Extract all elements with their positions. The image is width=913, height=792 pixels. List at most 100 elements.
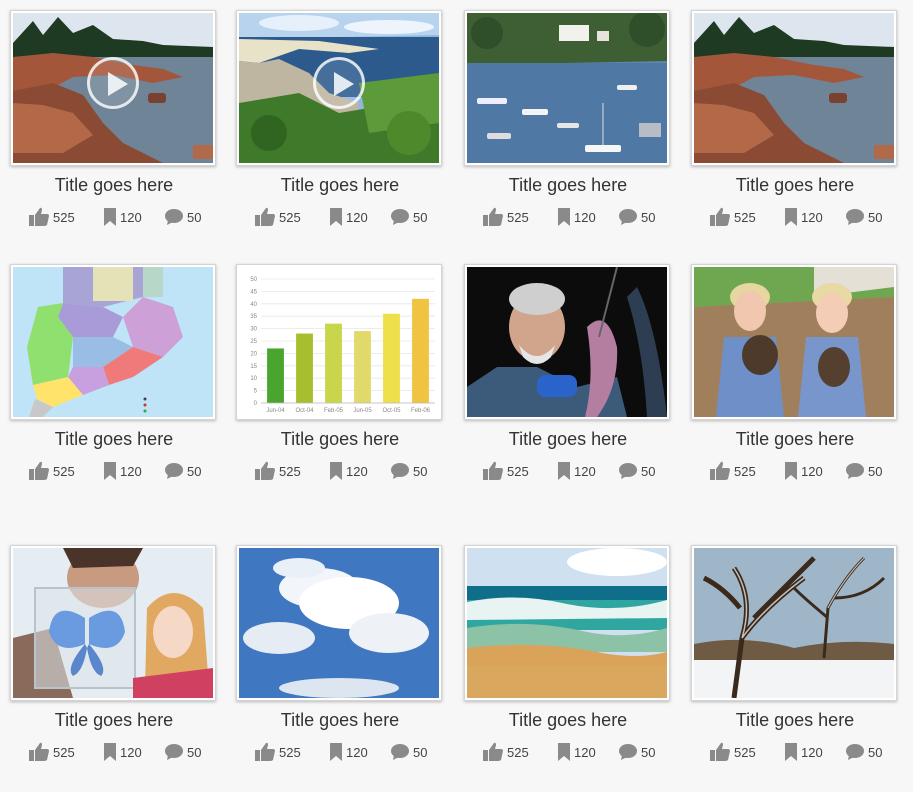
girls-with-pots-thumbnail[interactable] (691, 264, 897, 420)
beach-shore-video-thumbnail[interactable] (236, 10, 442, 166)
comment-stat[interactable]: 50 (618, 742, 655, 762)
thumbs-up-icon[interactable] (709, 461, 731, 481)
bookmark-stat[interactable]: 120 (557, 461, 596, 481)
thumbs-up-icon[interactable] (709, 207, 731, 227)
card-title[interactable]: Title goes here (10, 429, 218, 450)
card-title[interactable]: Title goes here (10, 175, 218, 196)
comment-icon[interactable] (845, 743, 865, 761)
comment-icon[interactable] (618, 743, 638, 761)
bookmark-icon[interactable] (784, 461, 798, 481)
card-title[interactable]: Title goes here (464, 710, 672, 731)
card-title[interactable]: Title goes here (236, 710, 444, 731)
thumbs-up-icon[interactable] (254, 461, 276, 481)
likes-count: 525 (507, 463, 529, 479)
bookmark-stat[interactable]: 120 (329, 207, 368, 227)
like-stat[interactable]: 525 (254, 742, 301, 762)
comment-icon[interactable] (390, 743, 410, 761)
thumbs-up-icon[interactable] (482, 207, 504, 227)
thumbs-up-icon[interactable] (254, 207, 276, 227)
butterfly-box-thumbnail[interactable] (10, 545, 216, 701)
like-stat[interactable]: 525 (709, 207, 756, 227)
play-icon[interactable] (313, 57, 365, 109)
harbor-boats-thumbnail[interactable] (464, 10, 670, 166)
rocky-coast-video-thumbnail[interactable] (10, 10, 216, 166)
blue-sky-clouds-thumbnail[interactable] (236, 545, 442, 701)
like-stat[interactable]: 525 (482, 461, 529, 481)
thumbs-up-icon[interactable] (482, 461, 504, 481)
card-title[interactable]: Title goes here (464, 429, 672, 450)
comment-icon[interactable] (845, 462, 865, 480)
bookmark-icon[interactable] (329, 742, 343, 762)
like-stat[interactable]: 525 (28, 461, 75, 481)
card-title[interactable]: Title goes here (464, 175, 672, 196)
comment-icon[interactable] (390, 462, 410, 480)
card-title[interactable]: Title goes here (691, 175, 899, 196)
bookmark-icon[interactable] (557, 461, 571, 481)
comment-icon[interactable] (164, 462, 184, 480)
bookmark-icon[interactable] (784, 742, 798, 762)
bookmark-stat[interactable]: 120 (103, 207, 142, 227)
bookmark-icon[interactable] (557, 207, 571, 227)
bookmark-stat[interactable]: 120 (557, 742, 596, 762)
bar-chart-thumbnail[interactable]: 0 5 10 15 20 25 30 35 40 45 50 Jun-04 Oct-04 Feb-05 Ju… (236, 264, 442, 420)
rocky-coast-thumbnail[interactable] (691, 10, 897, 166)
bookmark-icon[interactable] (103, 207, 117, 227)
bookmark-stat[interactable]: 120 (329, 742, 368, 762)
ocean-waves-beach-thumbnail[interactable] (464, 545, 670, 701)
comment-icon[interactable] (390, 208, 410, 226)
card-title[interactable]: Title goes here (236, 175, 444, 196)
thumbs-up-icon[interactable] (28, 461, 50, 481)
card-title[interactable]: Title goes here (10, 710, 218, 731)
bookmark-stat[interactable]: 120 (784, 461, 823, 481)
comment-stat[interactable]: 50 (845, 461, 882, 481)
card-title[interactable]: Title goes here (691, 429, 899, 450)
comment-stat[interactable]: 50 (164, 742, 201, 762)
comment-stat[interactable]: 50 (845, 742, 882, 762)
thumbs-up-icon[interactable] (254, 742, 276, 762)
like-stat[interactable]: 525 (482, 742, 529, 762)
comment-stat[interactable]: 50 (845, 207, 882, 227)
card-title[interactable]: Title goes here (691, 710, 899, 731)
maine-district-map-thumbnail[interactable] (10, 264, 216, 420)
like-stat[interactable]: 525 (254, 207, 301, 227)
man-with-squid-thumbnail[interactable] (464, 264, 670, 420)
play-icon[interactable] (87, 57, 139, 109)
thumbs-up-icon[interactable] (28, 742, 50, 762)
comment-stat[interactable]: 50 (618, 461, 655, 481)
comment-stat[interactable]: 50 (390, 207, 427, 227)
thumbs-up-icon[interactable] (28, 207, 50, 227)
bookmark-stat[interactable]: 120 (784, 742, 823, 762)
bookmark-icon[interactable] (557, 742, 571, 762)
comment-icon[interactable] (845, 208, 865, 226)
bookmark-stat[interactable]: 120 (557, 207, 596, 227)
bookmark-icon[interactable] (329, 461, 343, 481)
comment-icon[interactable] (164, 208, 184, 226)
bookmark-icon[interactable] (784, 207, 798, 227)
bookmark-stat[interactable]: 120 (103, 461, 142, 481)
bookmark-stat[interactable]: 120 (784, 207, 823, 227)
bookmark-icon[interactable] (329, 207, 343, 227)
comment-stat[interactable]: 50 (164, 461, 201, 481)
comment-icon[interactable] (618, 208, 638, 226)
like-stat[interactable]: 525 (254, 461, 301, 481)
comment-icon[interactable] (618, 462, 638, 480)
thumbs-up-icon[interactable] (709, 742, 731, 762)
snowy-trees-thumbnail[interactable] (691, 545, 897, 701)
card-title[interactable]: Title goes here (236, 429, 444, 450)
comment-stat[interactable]: 50 (618, 207, 655, 227)
bookmark-icon[interactable] (103, 742, 117, 762)
like-stat[interactable]: 525 (482, 207, 529, 227)
like-stat[interactable]: 525 (709, 742, 756, 762)
comment-stat[interactable]: 50 (390, 742, 427, 762)
likes-count: 525 (279, 209, 301, 225)
comment-stat[interactable]: 50 (164, 207, 201, 227)
like-stat[interactable]: 525 (709, 461, 756, 481)
comment-stat[interactable]: 50 (390, 461, 427, 481)
bookmark-icon[interactable] (103, 461, 117, 481)
thumbs-up-icon[interactable] (482, 742, 504, 762)
bookmark-stat[interactable]: 120 (329, 461, 368, 481)
bookmark-stat[interactable]: 120 (103, 742, 142, 762)
comment-icon[interactable] (164, 743, 184, 761)
like-stat[interactable]: 525 (28, 742, 75, 762)
like-stat[interactable]: 525 (28, 207, 75, 227)
